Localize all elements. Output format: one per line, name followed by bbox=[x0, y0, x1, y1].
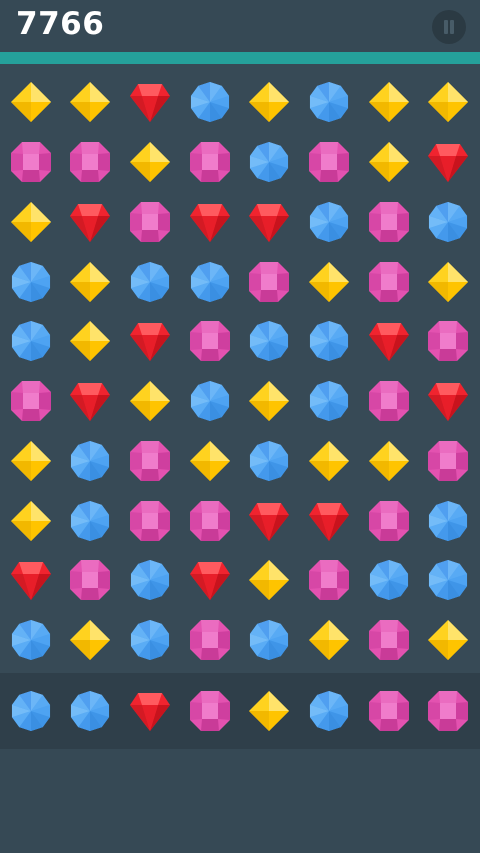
pink-gem-icon[interactable] bbox=[128, 200, 172, 244]
yellow-gem-icon[interactable] bbox=[9, 499, 53, 543]
blue-gem-icon[interactable] bbox=[307, 379, 351, 423]
pink-gem-icon[interactable] bbox=[426, 439, 470, 483]
yellow-gem-icon[interactable] bbox=[68, 260, 112, 304]
blue-gem-icon[interactable] bbox=[426, 499, 470, 543]
pink-gem-icon[interactable] bbox=[367, 260, 411, 304]
yellow-gem-icon[interactable] bbox=[307, 260, 351, 304]
yellow-gem-icon[interactable] bbox=[128, 140, 172, 184]
tray-pink-gem-icon[interactable] bbox=[426, 689, 470, 733]
pink-gem-icon[interactable] bbox=[188, 319, 232, 363]
red-gem-icon[interactable] bbox=[426, 379, 470, 423]
tray-blue-gem-icon[interactable] bbox=[9, 689, 53, 733]
red-gem-icon[interactable] bbox=[307, 499, 351, 543]
yellow-gem-icon[interactable] bbox=[367, 80, 411, 124]
pink-gem-icon[interactable] bbox=[68, 558, 112, 602]
blue-gem-icon[interactable] bbox=[247, 319, 291, 363]
blue-gem-icon[interactable] bbox=[9, 319, 53, 363]
pink-gem-icon[interactable] bbox=[426, 319, 470, 363]
top-bar: 7766 bbox=[0, 0, 480, 52]
yellow-gem-icon[interactable] bbox=[9, 439, 53, 483]
blue-gem-icon[interactable] bbox=[247, 140, 291, 184]
blue-gem-icon[interactable] bbox=[68, 439, 112, 483]
pink-gem-icon[interactable] bbox=[128, 499, 172, 543]
pink-gem-icon[interactable] bbox=[68, 140, 112, 184]
game-board bbox=[0, 64, 480, 673]
yellow-gem-icon[interactable] bbox=[68, 80, 112, 124]
pink-gem-icon[interactable] bbox=[9, 140, 53, 184]
blue-gem-icon[interactable] bbox=[188, 260, 232, 304]
tray-yellow-gem-icon[interactable] bbox=[247, 689, 291, 733]
yellow-gem-icon[interactable] bbox=[307, 439, 351, 483]
yellow-gem-icon[interactable] bbox=[367, 439, 411, 483]
tray-pink-gem-icon[interactable] bbox=[367, 689, 411, 733]
red-gem-icon[interactable] bbox=[9, 558, 53, 602]
score-display: 7766 bbox=[16, 6, 105, 42]
blue-gem-icon[interactable] bbox=[128, 260, 172, 304]
pink-gem-icon[interactable] bbox=[367, 200, 411, 244]
blue-gem-icon[interactable] bbox=[247, 439, 291, 483]
yellow-gem-icon[interactable] bbox=[426, 260, 470, 304]
yellow-gem-icon[interactable] bbox=[68, 618, 112, 662]
red-gem-icon[interactable] bbox=[188, 558, 232, 602]
tray-pink-gem-icon[interactable] bbox=[188, 689, 232, 733]
yellow-gem-icon[interactable] bbox=[307, 618, 351, 662]
yellow-gem-icon[interactable] bbox=[9, 80, 53, 124]
pink-gem-icon[interactable] bbox=[307, 558, 351, 602]
yellow-gem-icon[interactable] bbox=[247, 379, 291, 423]
red-gem-icon[interactable] bbox=[128, 80, 172, 124]
yellow-gem-icon[interactable] bbox=[9, 200, 53, 244]
yellow-gem-icon[interactable] bbox=[68, 319, 112, 363]
blue-gem-icon[interactable] bbox=[426, 558, 470, 602]
yellow-gem-icon[interactable] bbox=[247, 80, 291, 124]
blue-gem-icon[interactable] bbox=[128, 618, 172, 662]
pink-gem-icon[interactable] bbox=[307, 140, 351, 184]
red-gem-icon[interactable] bbox=[128, 319, 172, 363]
red-gem-icon[interactable] bbox=[367, 319, 411, 363]
pink-gem-icon[interactable] bbox=[128, 439, 172, 483]
red-gem-icon[interactable] bbox=[426, 140, 470, 184]
tray-blue-gem-icon[interactable] bbox=[68, 689, 112, 733]
blue-gem-icon[interactable] bbox=[9, 260, 53, 304]
progress-fill bbox=[0, 52, 480, 64]
pink-gem-icon[interactable] bbox=[188, 140, 232, 184]
blue-gem-icon[interactable] bbox=[426, 200, 470, 244]
red-gem-icon[interactable] bbox=[188, 200, 232, 244]
yellow-gem-icon[interactable] bbox=[426, 80, 470, 124]
pink-gem-icon[interactable] bbox=[188, 499, 232, 543]
blue-gem-icon[interactable] bbox=[307, 200, 351, 244]
pink-gem-icon[interactable] bbox=[367, 379, 411, 423]
blue-gem-icon[interactable] bbox=[247, 618, 291, 662]
pink-gem-icon[interactable] bbox=[188, 618, 232, 662]
red-gem-icon[interactable] bbox=[68, 379, 112, 423]
yellow-gem-icon[interactable] bbox=[247, 558, 291, 602]
pink-gem-icon[interactable] bbox=[247, 260, 291, 304]
pink-gem-icon[interactable] bbox=[9, 379, 53, 423]
tray-red-gem-icon[interactable] bbox=[128, 689, 172, 733]
yellow-gem-icon[interactable] bbox=[188, 439, 232, 483]
red-gem-icon[interactable] bbox=[247, 499, 291, 543]
blue-gem-icon[interactable] bbox=[307, 80, 351, 124]
blue-gem-icon[interactable] bbox=[128, 558, 172, 602]
bottom-area bbox=[0, 749, 480, 853]
tray-blue-gem-icon[interactable] bbox=[307, 689, 351, 733]
yellow-gem-icon[interactable] bbox=[426, 618, 470, 662]
pink-gem-icon[interactable] bbox=[367, 618, 411, 662]
progress-bar bbox=[0, 52, 480, 64]
pause-icon[interactable] bbox=[432, 10, 466, 44]
blue-gem-icon[interactable] bbox=[188, 379, 232, 423]
blue-gem-icon[interactable] bbox=[367, 558, 411, 602]
blue-gem-icon[interactable] bbox=[9, 618, 53, 662]
blue-gem-icon[interactable] bbox=[307, 319, 351, 363]
yellow-gem-icon[interactable] bbox=[128, 379, 172, 423]
red-gem-icon[interactable] bbox=[247, 200, 291, 244]
blue-gem-icon[interactable] bbox=[188, 80, 232, 124]
red-gem-icon[interactable] bbox=[68, 200, 112, 244]
pink-gem-icon[interactable] bbox=[367, 499, 411, 543]
gem-tray bbox=[0, 673, 480, 749]
yellow-gem-icon[interactable] bbox=[367, 140, 411, 184]
blue-gem-icon[interactable] bbox=[68, 499, 112, 543]
